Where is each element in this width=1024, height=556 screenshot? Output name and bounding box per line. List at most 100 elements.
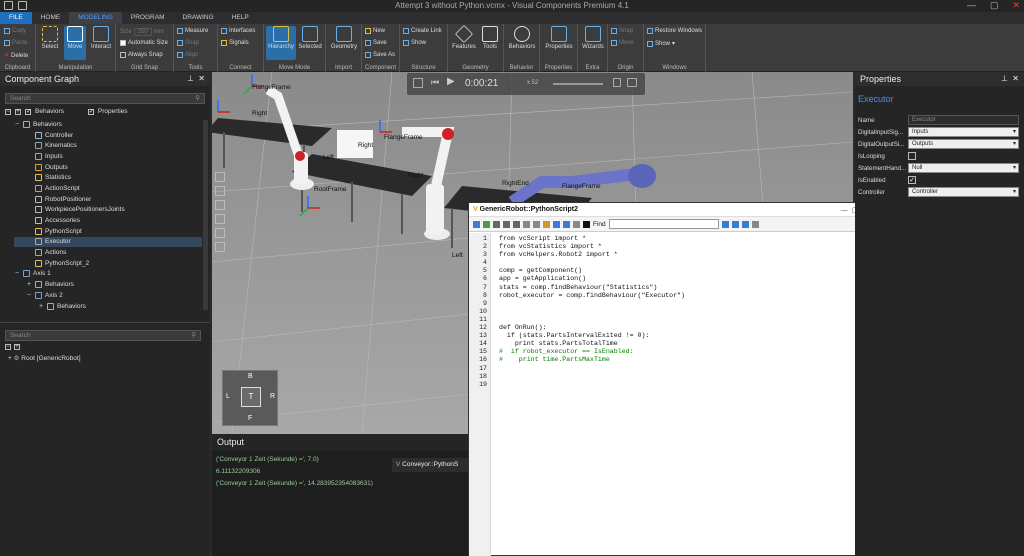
screenshot-icon[interactable] — [627, 78, 637, 87]
tree-item[interactable]: Inputs — [14, 151, 202, 162]
tree-item[interactable]: Statistics — [14, 172, 202, 183]
view-tool-icon[interactable] — [215, 228, 225, 238]
menu-program[interactable]: PROGRAM — [122, 12, 174, 24]
expander-icon[interactable]: − — [14, 270, 20, 277]
run-icon[interactable] — [473, 220, 480, 228]
properties-button[interactable]: Properties — [542, 26, 576, 50]
tree-item[interactable]: PythonScript — [14, 226, 202, 237]
navcube-left[interactable]: L — [226, 393, 230, 400]
view-tool-icon[interactable] — [215, 186, 225, 196]
code-line[interactable]: 12 def OnRun(): — [469, 324, 869, 332]
code-line[interactable]: 4 — [469, 259, 869, 267]
view-tool-icon[interactable] — [215, 200, 225, 210]
script-minimize-icon[interactable]: — — [841, 207, 848, 214]
view-tool-icon[interactable] — [215, 172, 225, 182]
properties-filter-checkbox[interactable]: ✓ — [87, 108, 94, 115]
root-node[interactable]: + ⚙ Root [GenericRobot] — [8, 354, 81, 362]
behaviors-filter-checkbox[interactable]: ✓ — [25, 108, 31, 115]
menu-drawing[interactable]: DRAWING — [174, 12, 223, 24]
expand-all-button-2[interactable]: + — [14, 344, 20, 350]
navigation-cube[interactable]: B L T R F — [222, 370, 278, 426]
new-button[interactable]: New — [365, 28, 385, 34]
dropdown-arrow-icon[interactable]: ▾ — [1013, 140, 1016, 147]
tree-scrollbar[interactable] — [203, 120, 208, 310]
dropdown-arrow-icon[interactable]: ▾ — [1013, 128, 1016, 135]
toolbar-icon[interactable] — [513, 220, 520, 228]
tree-item[interactable]: + Behaviors — [14, 279, 202, 290]
automatic-size-checkbox[interactable]: Automatic Size — [120, 40, 168, 46]
hierarchy-button[interactable]: Hierarchy — [266, 26, 296, 60]
property-checkbox[interactable]: ✓ — [908, 176, 916, 184]
paste-button[interactable]: Paste — [4, 40, 27, 46]
property-input[interactable]: Executor — [908, 115, 1019, 125]
tree-item[interactable]: Outputs — [14, 162, 202, 173]
tree-item[interactable]: − Axis 2 — [14, 290, 202, 301]
code-line[interactable]: 19 — [469, 381, 869, 389]
menu-home[interactable]: HOME — [32, 12, 70, 24]
property-select[interactable]: Inputs ▾ — [908, 127, 1019, 137]
view-tool-icon[interactable] — [215, 242, 225, 252]
navcube-right[interactable]: R — [270, 393, 275, 400]
tree-item[interactable]: − Behaviors — [14, 119, 202, 130]
tree-item[interactable]: WorkpiecePositionersJoints — [14, 205, 202, 216]
play-button[interactable]: ▶ — [447, 76, 455, 87]
interfaces-button[interactable]: Interfaces — [221, 28, 255, 34]
minimize-icon[interactable]: — — [967, 0, 976, 11]
origin-move-button[interactable]: Move — [611, 40, 634, 46]
tree-item[interactable]: Kinematics — [14, 140, 202, 151]
toolbar-icon[interactable] — [741, 220, 749, 228]
grid-size-field[interactable]: Size 250 mm — [120, 28, 164, 36]
code-line[interactable]: 10 — [469, 308, 869, 316]
tree-item[interactable]: RobotPositioner — [14, 194, 202, 205]
move-button[interactable]: Move — [64, 26, 86, 60]
toolbar-icon[interactable] — [503, 220, 510, 228]
wizards-button[interactable]: Wizards — [580, 26, 606, 50]
origin-snap-button[interactable]: Snap — [611, 28, 633, 34]
settings-icon[interactable] — [413, 78, 423, 88]
expander-icon[interactable]: − — [14, 121, 20, 128]
code-line[interactable]: 11 — [469, 316, 869, 324]
pin-icon[interactable]: ⊥ — [187, 74, 194, 83]
save-as-button[interactable]: Save As — [365, 52, 395, 58]
delete-button[interactable]: ✕ Delete — [4, 52, 28, 60]
close-icon[interactable]: ✕ — [1012, 0, 1020, 11]
navcube-bottom[interactable]: F — [248, 415, 252, 422]
code-line[interactable]: 9 — [469, 300, 869, 308]
tree-item[interactable]: ActionScript — [14, 183, 202, 194]
undo-icon[interactable] — [553, 220, 560, 228]
compile-icon[interactable] — [483, 220, 490, 228]
expander-icon[interactable]: + — [38, 303, 44, 310]
close-panel-icon[interactable]: ✕ — [198, 74, 205, 83]
code-area[interactable]: 1 from vcScript import * 2 from vcStatistic… — [469, 235, 869, 389]
code-line[interactable]: 6 app = getApplication() — [469, 275, 869, 283]
tree-item[interactable]: − Axis 1 — [14, 269, 202, 280]
tree-item[interactable]: PythonScript_2 — [14, 258, 202, 269]
menu-help[interactable]: HELP — [223, 12, 258, 24]
create-link-button[interactable]: Create Link — [403, 28, 442, 34]
dropdown-arrow-icon[interactable]: ▾ — [1013, 164, 1016, 171]
print-icon[interactable] — [573, 220, 580, 228]
cut-icon[interactable] — [523, 220, 530, 228]
copy-button[interactable]: Copy — [4, 28, 26, 34]
search-input-2[interactable]: Search ⚲ — [5, 330, 201, 341]
geometry-import-button[interactable]: Geometry — [328, 26, 360, 50]
menu-file[interactable]: FILE — [0, 12, 32, 24]
copy-icon[interactable] — [533, 220, 540, 228]
expander-icon[interactable]: − — [26, 292, 32, 299]
code-line[interactable]: 13 if (stats.PartsIntervalExited != 0): — [469, 332, 869, 340]
selected-button[interactable]: Selected — [297, 26, 323, 50]
property-select[interactable]: Null ▾ — [908, 163, 1019, 173]
select-button[interactable]: Select — [38, 26, 62, 50]
expand-all-button[interactable]: + — [15, 108, 21, 115]
view-tool-icon[interactable] — [215, 214, 225, 224]
expander-icon[interactable]: + — [26, 281, 32, 288]
tree-item[interactable]: Accessories — [14, 215, 202, 226]
property-checkbox[interactable] — [908, 152, 916, 160]
redo-icon[interactable] — [563, 220, 570, 228]
record-icon[interactable] — [613, 78, 621, 87]
geometry-tools-button[interactable]: Tools — [478, 26, 502, 50]
tree-item[interactable]: + Behaviors — [14, 301, 202, 312]
maximize-icon[interactable]: ▢ — [990, 0, 999, 11]
code-line[interactable]: 15 # if robot_executor == IsEnabled: — [469, 348, 869, 356]
behaviors-button[interactable]: Behaviors — [506, 26, 538, 50]
